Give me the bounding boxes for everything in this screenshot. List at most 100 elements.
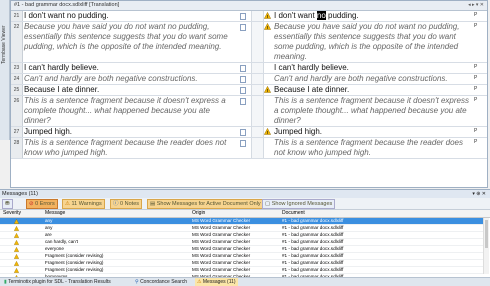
message-row[interactable]: can hardly, can't MS Word Grammar Checker… xyxy=(0,239,483,246)
termbase-viewer-label: Termbase Viewer xyxy=(1,25,7,64)
document-icon xyxy=(240,13,246,20)
document-text: #1 - bad grammar docx.sdlxliff xyxy=(282,253,344,258)
segment-separator xyxy=(251,127,264,137)
warning-icon[interactable]: ! xyxy=(264,128,271,135)
target-segment[interactable]: This is a sentence fragment because it d… xyxy=(274,96,469,126)
warning-icon xyxy=(14,225,19,231)
target-text: Jumped high. xyxy=(274,127,323,136)
message-text: Fragment (consider revising) xyxy=(45,260,104,265)
warnings-filter-button[interactable]: ⚠ 11 Warnings xyxy=(62,199,105,209)
segment-row[interactable]: 26 This is a sentence fragment because it… xyxy=(11,96,487,127)
warning-icon xyxy=(14,239,19,245)
segment-status-icon xyxy=(240,24,249,31)
message-text: can hardly, can't xyxy=(45,239,78,244)
message-row[interactable]: Fragment (consider revising) MS Word Gram… xyxy=(0,267,483,274)
segment-row[interactable]: 27 Jumped high.! Jumped high. P xyxy=(11,127,487,138)
warning-icon: ⚠ xyxy=(197,279,202,285)
editor-tab[interactable]: #1 - bad grammar docx.sdlxliff [Translat… xyxy=(11,1,487,11)
target-segment[interactable]: Can't and hardly are both negative const… xyxy=(274,74,469,84)
target-text: Can't and hardly are both negative const… xyxy=(274,74,448,83)
errors-filter-button[interactable]: ⊘ 0 Errors xyxy=(26,199,58,209)
segment-status: P xyxy=(474,23,478,29)
target-segment[interactable]: This is a sentence fragment because the … xyxy=(274,138,469,158)
document-text: #1 - bad grammar docx.sdlxliff xyxy=(282,239,344,244)
document-icon xyxy=(240,65,246,72)
segment-separator xyxy=(251,74,264,84)
warnings-label: 11 Warnings xyxy=(71,201,102,207)
message-row[interactable]: any MS Word Grammar Checker #1 - bad gramm… xyxy=(0,225,483,232)
segment-status-icon xyxy=(240,76,249,83)
messages-toolbar: ⛃ ⊘ 0 Errors ⚠ 11 Warnings ⓘ 0 Notes ▤ S… xyxy=(0,198,490,210)
document-icon xyxy=(240,24,246,31)
segment-number: 25 xyxy=(11,85,23,95)
message-text: everyone xyxy=(45,246,64,251)
document-text: #1 - bad grammar docx.sdlxliff xyxy=(282,225,344,230)
target-segment[interactable]: Because I ate dinner. xyxy=(274,85,469,95)
ignored-messages-button[interactable]: ▢ Show Ignored Messages xyxy=(262,199,336,209)
warning-icon xyxy=(14,253,19,259)
col-message[interactable]: Message xyxy=(45,210,65,217)
side-toolbar: Termbase Viewer xyxy=(0,0,10,140)
messages-scrollbar[interactable] xyxy=(483,218,489,274)
warning-icon[interactable]: ! xyxy=(264,23,271,30)
editor-tab-controls[interactable]: ◂ ▸ ▾ ✕ xyxy=(468,1,484,10)
document-icon: ▤ xyxy=(150,201,156,207)
message-text: Fragment (consider revising) xyxy=(45,253,104,258)
document-text: #1 - bad grammar docx.sdlxliff xyxy=(282,246,344,251)
notes-filter-button[interactable]: ⓘ 0 Notes xyxy=(110,199,143,209)
termbase-viewer-tab[interactable]: Termbase Viewer xyxy=(0,6,9,66)
message-row[interactable]: everyone MS Word Grammar Checker #1 - bad … xyxy=(0,246,483,253)
info-icon: ⓘ xyxy=(113,201,119,207)
segment-row[interactable]: 24 Can't and hardly are both negative con… xyxy=(11,74,487,85)
segment-row[interactable]: 23 I can't hardly believe. I can't hardly … xyxy=(11,63,487,74)
warning-icon[interactable]: ! xyxy=(264,12,271,19)
segment-list: 21 I don't want no pudding.! I don't want … xyxy=(11,11,487,159)
filter-icon-button[interactable]: ⛃ xyxy=(2,199,13,209)
segment-row[interactable]: 22 Because you have said you do not want … xyxy=(11,22,487,63)
scrollbar-thumb[interactable] xyxy=(485,220,488,248)
messages-title-controls[interactable]: ▾ ⊕ ✕ xyxy=(472,190,486,198)
active-doc-filter-button[interactable]: ▤ Show Messages for Active Document Only xyxy=(147,199,264,209)
target-text: This is a sentence fragment because the … xyxy=(274,138,463,157)
plugin-icon: ▮ xyxy=(4,279,7,285)
segment-number: 22 xyxy=(11,22,23,62)
message-row[interactable]: Fragment (consider revising) MS Word Gram… xyxy=(0,260,483,267)
origin-text: MS Word Grammar Checker xyxy=(192,239,251,244)
segment-status-icon xyxy=(240,13,249,20)
messages-grid-header: Severity Message Origin Document xyxy=(0,210,490,218)
origin-text: MS Word Grammar Checker xyxy=(192,260,251,265)
origin-text: MS Word Grammar Checker xyxy=(192,232,251,237)
segment-row[interactable]: 25 Because I ate dinner.! Because I ate di… xyxy=(11,85,487,96)
warning-icon xyxy=(14,267,19,273)
error-icon: ⊘ xyxy=(29,201,34,207)
target-segment[interactable]: Jumped high. xyxy=(274,127,469,137)
messages-title: Messages (11) xyxy=(2,191,38,197)
col-severity[interactable]: Severity xyxy=(3,210,21,217)
message-row[interactable]: any MS Word Grammar Checker #1 - bad gramm… xyxy=(0,218,483,225)
document-text: #1 - bad grammar docx.sdlxliff xyxy=(282,218,344,223)
message-text: any xyxy=(45,218,53,223)
segment-separator xyxy=(251,138,264,158)
active-doc-label: Show Messages for Active Document Only xyxy=(156,201,261,207)
target-segment[interactable]: I can't hardly believe. xyxy=(274,63,469,73)
col-origin[interactable]: Origin xyxy=(192,210,205,217)
document-icon xyxy=(240,129,246,136)
document-text: #1 - bad grammar docx.sdlxliff xyxy=(282,267,344,272)
message-text: any xyxy=(45,225,53,230)
message-row[interactable]: Fragment (consider revising) MS Word Gram… xyxy=(0,253,483,260)
target-text: Because you have said you do not want no… xyxy=(274,22,460,61)
segment-status: P xyxy=(474,128,478,134)
message-row[interactable]: are MS Word Grammar Checker #1 - bad gramm… xyxy=(0,232,483,239)
document-text: #1 - bad grammar docx.sdlxliff xyxy=(282,232,344,237)
ignored-label: Show Ignored Messages xyxy=(271,201,333,207)
col-document[interactable]: Document xyxy=(282,210,305,217)
segment-row[interactable]: 28 This is a sentence fragment because th… xyxy=(11,138,487,159)
target-segment[interactable]: Because you have said you do not want no… xyxy=(274,22,469,62)
app-window: Termbase Viewer #1 - bad grammar docx.sd… xyxy=(0,0,490,286)
origin-text: MS Word Grammar Checker xyxy=(192,267,251,272)
target-segment[interactable]: I don't want no pudding. xyxy=(274,11,469,21)
warning-icon[interactable]: ! xyxy=(264,86,271,93)
messages-title-bar: Messages (11) ▾ ⊕ ✕ xyxy=(0,190,490,198)
origin-text: MS Word Grammar Checker xyxy=(192,246,251,251)
segment-row[interactable]: 21 I don't want no pudding.! I don't want … xyxy=(11,11,487,22)
